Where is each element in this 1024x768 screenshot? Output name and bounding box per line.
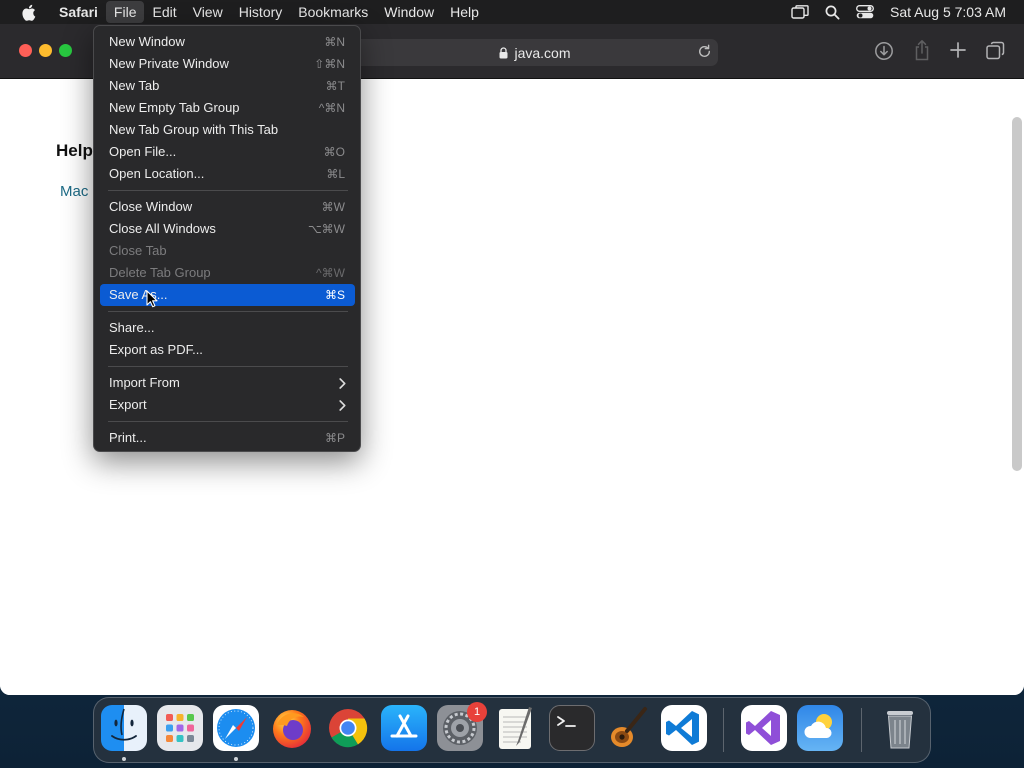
menu-window[interactable]: Window: [376, 1, 442, 23]
menu-item-export[interactable]: Export: [100, 394, 355, 416]
finder-icon[interactable]: [101, 705, 147, 751]
spotlight-search-icon[interactable]: [825, 5, 840, 20]
url-text: java.com: [514, 44, 571, 61]
menu-safari[interactable]: Safari: [51, 1, 106, 23]
screen-mirroring-icon[interactable]: [791, 5, 809, 19]
terminal-icon[interactable]: [549, 705, 595, 751]
menu-separator: [108, 366, 348, 367]
address-bar[interactable]: java.com: [352, 39, 718, 66]
menu-edit[interactable]: Edit: [144, 1, 184, 23]
menu-item-new-tab-group-with-this-tab[interactable]: New Tab Group with This Tab: [100, 119, 355, 141]
garageband-icon[interactable]: [605, 705, 651, 751]
menu-item-close-window[interactable]: Close Window ⌘W: [100, 196, 355, 218]
menu-item-new-empty-tab-group[interactable]: New Empty Tab Group ^⌘N: [100, 97, 355, 119]
chevron-right-icon: [339, 399, 346, 414]
dock: [93, 697, 931, 763]
menu-help[interactable]: Help: [442, 1, 487, 23]
reload-icon[interactable]: [697, 44, 712, 62]
menu-item-new-private-window[interactable]: New Private Window ⇧⌘N: [100, 53, 355, 75]
menu-item-close-tab: Close Tab: [109, 243, 167, 258]
menubar-clock[interactable]: Sat Aug 5 7:03 AM: [890, 4, 1006, 20]
trash-icon[interactable]: [877, 705, 923, 751]
minimize-window-button[interactable]: [39, 44, 52, 57]
downloads-icon[interactable]: [874, 41, 894, 66]
chevron-right-icon: [339, 377, 346, 392]
menu-bar: Safari File Edit View History Bookmarks …: [0, 0, 1024, 24]
menu-separator: [108, 190, 348, 191]
lock-icon: [499, 46, 508, 59]
menu-item-print[interactable]: Print... ⌘P: [100, 427, 355, 449]
page-heading: Help: [56, 141, 93, 160]
share-icon[interactable]: [913, 39, 931, 66]
vertical-scrollbar[interactable]: [1012, 117, 1022, 471]
menu-file[interactable]: File: [105, 1, 145, 23]
zoom-window-button[interactable]: [59, 44, 72, 57]
menu-item-close-all-windows[interactable]: Close All Windows ⌥⌘W: [100, 218, 355, 240]
menu-item-delete-tab-group: Delete Tab Group ^⌘W: [109, 265, 345, 280]
launchpad-icon[interactable]: [157, 705, 203, 751]
menu-item-export-as-pdf[interactable]: Export as PDF...: [100, 339, 355, 361]
menu-item-open-location[interactable]: Open Location... ⌘L: [100, 163, 355, 185]
close-window-button[interactable]: [19, 44, 32, 57]
firefox-icon[interactable]: [269, 705, 315, 751]
tab-overview-icon[interactable]: [986, 41, 1005, 65]
menu-item-share[interactable]: Share...: [100, 317, 355, 339]
textedit-icon[interactable]: [493, 705, 539, 751]
menu-separator: [108, 421, 348, 422]
menu-item-open-file[interactable]: Open File... ⌘O: [100, 141, 355, 163]
menu-separator: [108, 311, 348, 312]
running-indicator: [234, 757, 238, 761]
menu-item-new-tab[interactable]: New Tab ⌘T: [100, 75, 355, 97]
menu-item-import-from[interactable]: Import From: [100, 372, 355, 394]
dock-divider: [861, 708, 862, 752]
menu-view[interactable]: View: [185, 1, 231, 23]
menu-bookmarks[interactable]: Bookmarks: [290, 1, 376, 23]
file-menu-dropdown: New Window ⌘N New Private Window ⇧⌘N New T…: [93, 25, 361, 452]
apple-icon[interactable]: [17, 4, 39, 21]
menu-history[interactable]: History: [231, 1, 291, 23]
menu-item-new-window[interactable]: New Window ⌘N: [100, 31, 355, 53]
menu-item-save-as[interactable]: Save As... ⌘S: [100, 284, 355, 306]
safari-icon[interactable]: [213, 705, 259, 751]
new-tab-icon[interactable]: [949, 41, 967, 64]
notification-badge: 1: [467, 702, 487, 722]
control-center-icon[interactable]: [856, 5, 874, 19]
app-store-icon[interactable]: [381, 705, 427, 751]
weather-icon[interactable]: [797, 705, 843, 751]
running-indicator: [122, 757, 126, 761]
dock-divider: [723, 708, 724, 752]
vscode-icon[interactable]: [661, 705, 707, 751]
visual-studio-icon[interactable]: [741, 705, 787, 751]
mac-link[interactable]: Mac: [60, 183, 88, 200]
mouse-pointer-icon: [146, 290, 158, 313]
chrome-icon[interactable]: [325, 705, 371, 751]
